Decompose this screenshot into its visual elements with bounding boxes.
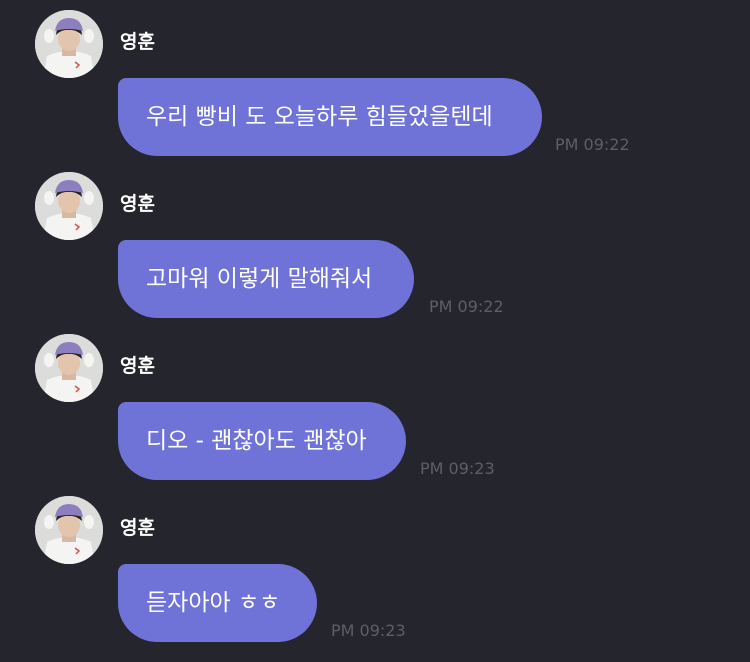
sender-name: 영훈 xyxy=(120,355,155,377)
message-timestamp: PM 09:23 xyxy=(420,459,495,478)
profile-photo-icon[interactable] xyxy=(35,172,103,240)
message-row: 영훈 고마워 이렇게 말해줘서 PM 09:22 xyxy=(0,162,750,324)
message-timestamp: PM 09:23 xyxy=(331,621,406,640)
profile-photo-icon[interactable] xyxy=(35,10,103,78)
chat-message-list: 영훈 우리 빵비 도 오늘하루 힘들었을텐데 PM 09:22 영훈 고마워 이… xyxy=(0,0,750,662)
message-row: 영훈 디오 - 괜찮아도 괜찮아 PM 09:23 xyxy=(0,324,750,486)
profile-photo-icon[interactable] xyxy=(35,496,103,564)
profile-photo-icon[interactable] xyxy=(35,334,103,402)
sender-name: 영훈 xyxy=(120,193,155,215)
message-bubble[interactable]: 우리 빵비 도 오늘하루 힘들었을텐데 xyxy=(118,78,542,156)
message-row: 영훈 우리 빵비 도 오늘하루 힘들었을텐데 PM 09:22 xyxy=(0,0,750,162)
message-timestamp: PM 09:22 xyxy=(555,135,630,154)
message-bubble[interactable]: 고마워 이렇게 말해줘서 xyxy=(118,240,414,318)
sender-name: 영훈 xyxy=(120,517,155,539)
message-timestamp: PM 09:22 xyxy=(429,297,504,316)
message-bubble[interactable]: 디오 - 괜찮아도 괜찮아 xyxy=(118,402,406,480)
message-bubble[interactable]: 듣자아아 ㅎㅎ xyxy=(118,564,317,642)
sender-name: 영훈 xyxy=(120,31,155,53)
message-row: 영훈 듣자아아 ㅎㅎ PM 09:23 xyxy=(0,486,750,648)
